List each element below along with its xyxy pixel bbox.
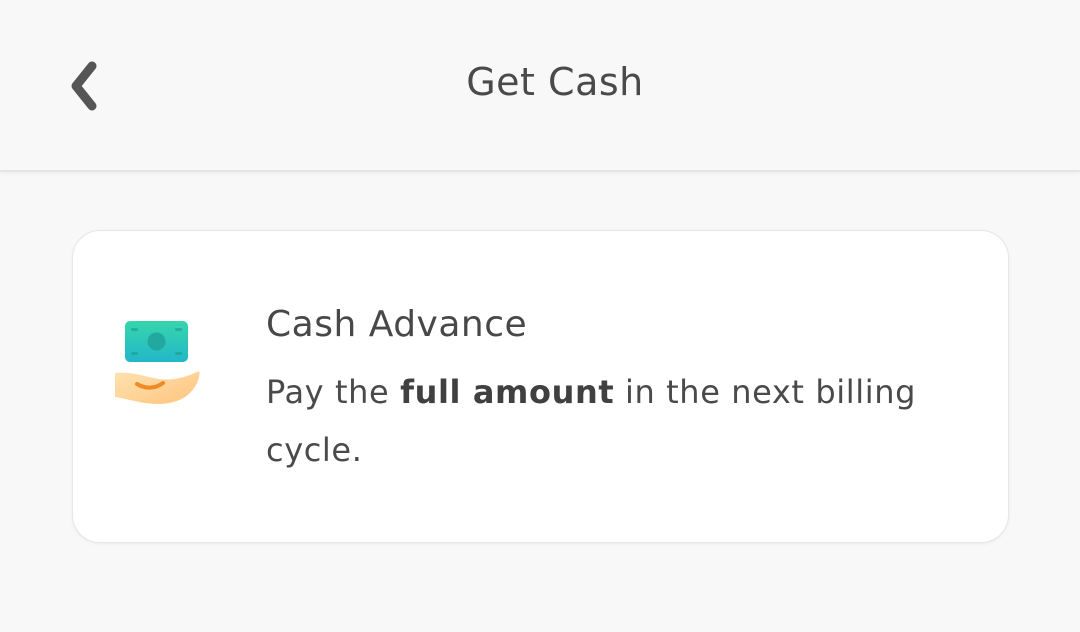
header-bar: Get Cash (0, 0, 1080, 172)
description-prefix: Pay the (266, 373, 401, 411)
description-bold: full amount (400, 373, 615, 411)
cash-advance-card[interactable]: Cash Advance Pay the full amount in the … (72, 230, 1009, 543)
card-description: Pay the full amount in the next billing … (266, 363, 966, 479)
card-title: Cash Advance (266, 304, 528, 345)
cash-in-hand-icon (115, 321, 200, 404)
page-title: Get Cash (466, 60, 644, 104)
